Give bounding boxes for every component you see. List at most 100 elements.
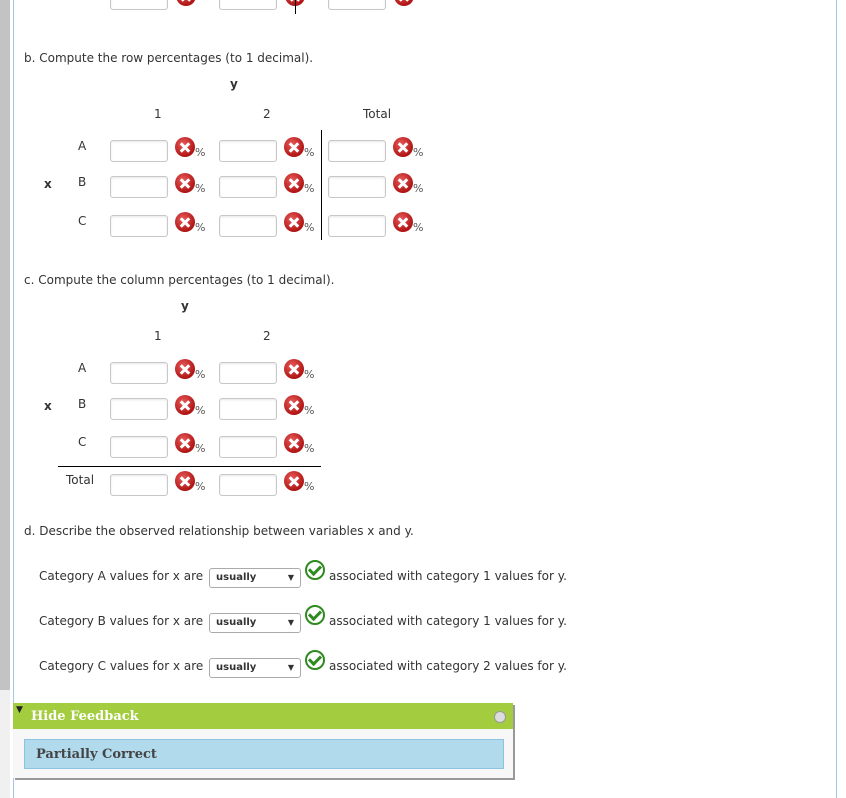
incorrect-icon [284,433,304,453]
incorrect-icon [393,173,413,193]
percent-unit: % [413,182,424,195]
percent-unit: % [413,146,424,159]
percentage-input[interactable] [219,176,277,198]
circle-icon [494,711,506,723]
incorrect-icon [176,0,196,6]
dropdown-arrow-icon: ▼ [287,573,294,582]
feedback-status-box: Partially Correct [24,739,504,769]
row-label: B [78,175,87,189]
part-b-row-var: x [44,177,52,191]
association-select[interactable]: usually ▼ [209,613,301,633]
select-value: usually [216,617,257,628]
percent-unit: % [304,442,315,455]
percent-unit: % [195,182,206,195]
percentage-input[interactable] [219,436,277,458]
column-divider [295,0,296,14]
row-label: A [78,139,87,153]
column-header: 1 [154,329,162,343]
statement-prefix: Category C values for x are [39,659,204,673]
incorrect-icon [284,395,304,415]
percentage-input[interactable] [110,436,168,458]
percent-unit: % [304,480,315,493]
part-b-col-var: y [230,77,238,91]
percent-unit: % [304,404,315,417]
percent-unit: % [304,368,315,381]
percentage-input[interactable] [110,398,168,420]
dropdown-arrow-icon: ▼ [287,618,294,627]
feedback-header[interactable]: ▼ Hide Feedback [13,703,513,729]
total-column-divider [321,130,322,240]
incorrect-icon [175,471,195,491]
select-value: usually [216,662,257,673]
incorrect-icon [284,471,304,491]
column-header: Total [363,107,392,121]
percentage-input[interactable] [219,474,277,496]
statement-prefix: Category B values for x are [39,614,204,628]
scrollbar[interactable] [0,0,10,690]
percentage-input[interactable] [328,215,386,237]
total-row-divider [58,466,321,467]
column-header: 2 [263,329,271,343]
part-c-title: c. Compute the column percentages (to 1 … [24,273,335,287]
incorrect-icon [284,173,304,193]
percentage-input[interactable] [219,140,277,162]
percent-unit: % [304,146,315,159]
percent-unit: % [195,404,206,417]
hide-feedback-toggle[interactable]: Hide Feedback [31,709,139,724]
row-label: C [78,435,87,449]
part-b-title: b. Compute the row percentages (to 1 dec… [24,51,314,65]
incorrect-icon [175,212,195,232]
statement-prefix: Category A values for x are [39,569,204,583]
incorrect-icon [175,173,195,193]
incorrect-icon [284,212,304,232]
left-border [13,0,14,798]
row-label: B [78,397,87,411]
percentage-input[interactable] [110,474,168,496]
incorrect-icon [175,433,195,453]
incorrect-icon [284,137,304,157]
incorrect-icon [394,0,414,6]
correct-check-icon [305,650,325,670]
column-header: 1 [154,107,162,121]
row-label: C [78,214,87,228]
incorrect-icon [175,137,195,157]
association-select[interactable]: usually ▼ [209,658,301,678]
percentage-input[interactable] [110,140,168,162]
percent-unit: % [195,368,206,381]
incorrect-icon [393,212,413,232]
percentage-input[interactable] [110,176,168,198]
scrollbar-track[interactable] [0,690,10,798]
statement-suffix: associated with category 1 values for y. [329,569,567,583]
percentage-input[interactable] [110,215,168,237]
percentage-input[interactable] [328,176,386,198]
triangle-down-icon: ▼ [16,705,23,715]
percentage-input[interactable] [110,362,168,384]
answer-input[interactable] [328,0,386,10]
answer-input[interactable] [110,0,168,10]
feedback-panel: ▼ Hide Feedback Partially Correct [13,703,513,778]
percent-unit: % [195,442,206,455]
correct-check-icon [305,605,325,625]
row-label: A [78,361,87,375]
percent-unit: % [304,182,315,195]
part-d-title: d. Describe the observed relationship be… [24,524,414,538]
incorrect-icon [175,359,195,379]
percentage-input[interactable] [219,215,277,237]
statement-suffix: associated with category 2 values for y. [329,659,567,673]
answer-input[interactable] [219,0,277,10]
right-border [836,0,837,798]
statement-suffix: associated with category 1 values for y. [329,614,567,628]
feedback-status: Partially Correct [36,747,157,762]
percent-unit: % [195,146,206,159]
incorrect-icon [284,359,304,379]
percentage-input[interactable] [328,140,386,162]
column-header: 2 [263,107,271,121]
row-label: Total [66,473,95,487]
association-select[interactable]: usually ▼ [209,568,301,588]
part-c-row-var: x [44,399,52,413]
incorrect-icon [175,395,195,415]
percentage-input[interactable] [219,398,277,420]
percent-unit: % [195,221,206,234]
dropdown-arrow-icon: ▼ [287,663,294,672]
percentage-input[interactable] [219,362,277,384]
